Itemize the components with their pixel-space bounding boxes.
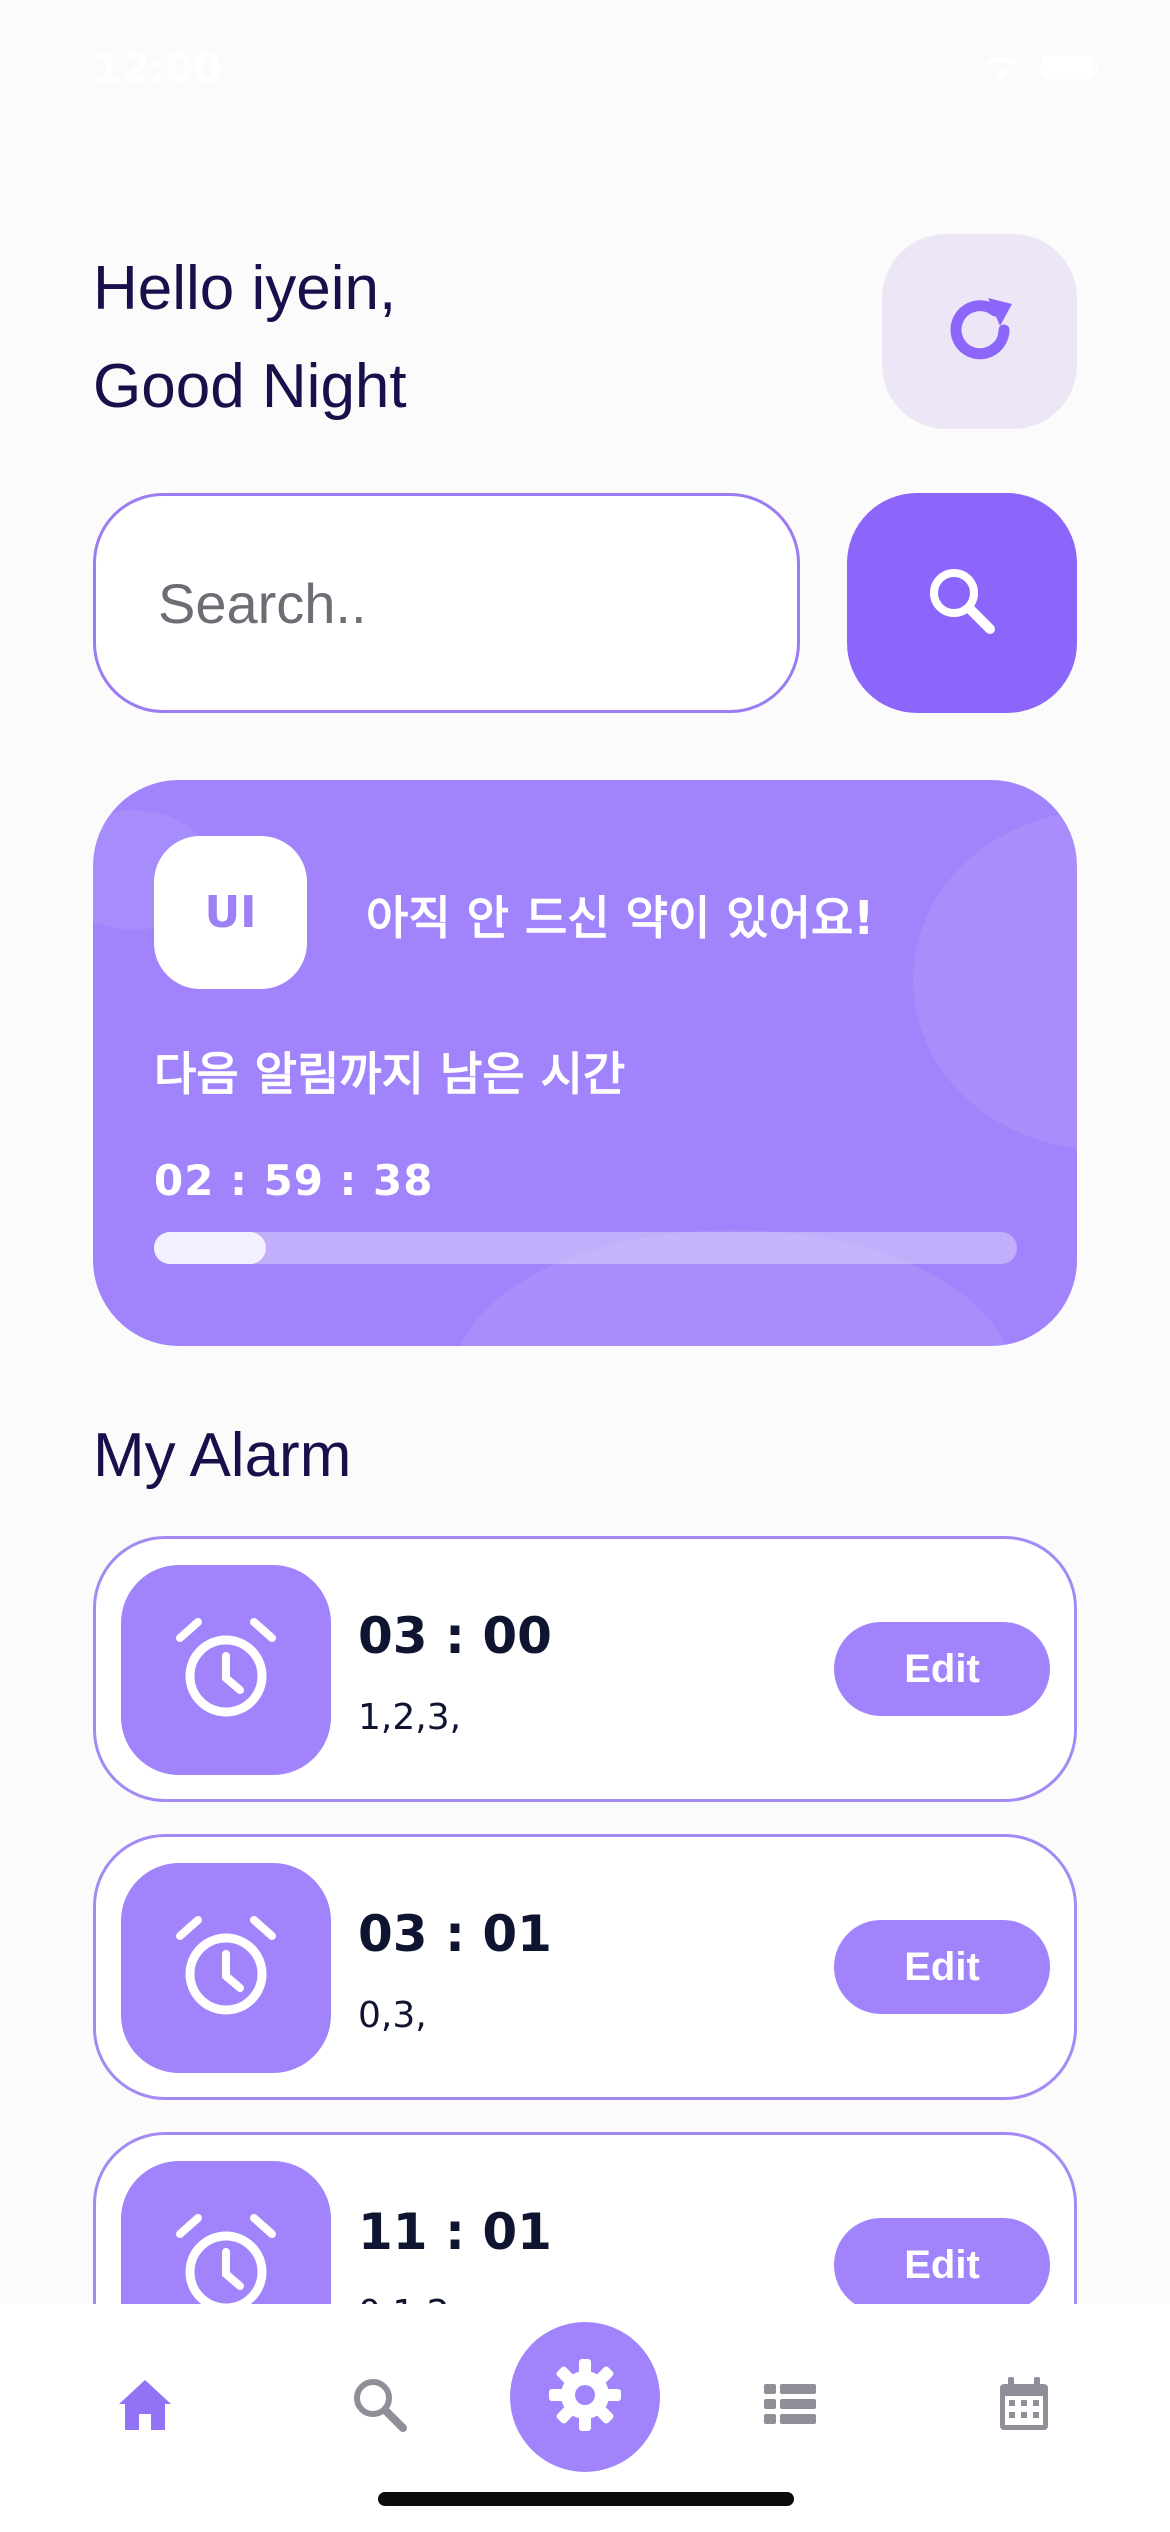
edit-button[interactable]: Edit — [834, 2218, 1050, 2304]
alarm-card[interactable]: 03 : 01 0,3, Edit — [93, 1834, 1077, 2100]
status-icons — [982, 52, 1100, 82]
alarm-time: 03 : 00 — [358, 1607, 552, 1665]
status-time: 12:00 — [94, 46, 222, 92]
screen: 12:00 Hello iyein, Good Night Search.. U… — [0, 0, 1170, 2532]
nav-home[interactable] — [105, 2366, 185, 2446]
reminder-subtitle: 다음 알림까지 남은 시간 — [154, 1047, 626, 1101]
wifi-icon — [982, 52, 1022, 82]
alarm-clock-icon — [121, 1565, 331, 1775]
nav-settings[interactable] — [510, 2322, 660, 2472]
alarm-time: 11 : 01 — [358, 2203, 552, 2261]
search-icon — [924, 563, 1000, 643]
nav-list[interactable] — [750, 2366, 830, 2446]
refresh-icon — [940, 290, 1020, 374]
decor-blob — [913, 810, 1077, 1150]
alarm-clock-icon — [121, 1863, 331, 2073]
alarm-list[interactable]: 03 : 00 1,2,3, Edit 03 : 01 0,3, Edit 11… — [93, 1536, 1077, 2304]
alarm-days: 0,3, — [358, 1995, 427, 2036]
countdown-progress-bar — [154, 1232, 1017, 1264]
list-icon — [760, 2374, 820, 2438]
greeting: Hello iyein, Good Night — [93, 240, 407, 436]
refresh-button[interactable] — [882, 234, 1077, 429]
section-title: My Alarm — [93, 1421, 352, 1490]
search-icon — [349, 2374, 409, 2438]
status-bar: 12:00 — [0, 0, 1170, 140]
edit-button[interactable]: Edit — [834, 1622, 1050, 1716]
calendar-icon — [994, 2374, 1054, 2438]
nav-calendar[interactable] — [984, 2366, 1064, 2446]
greeting-line-1: Hello iyein, — [93, 254, 397, 323]
countdown-progress-fill — [154, 1232, 267, 1264]
home-icon — [115, 2374, 175, 2438]
search-button[interactable] — [847, 493, 1077, 713]
nav-search[interactable] — [339, 2366, 419, 2446]
search-input[interactable] — [158, 570, 797, 636]
search-field[interactable] — [93, 493, 800, 713]
alarm-time: 03 : 01 — [358, 1905, 552, 1963]
alarm-card[interactable]: 03 : 00 1,2,3, Edit — [93, 1536, 1077, 1802]
gear-icon — [547, 2357, 623, 2437]
alarm-days: 1,2,3, — [358, 1697, 462, 1738]
battery-icon — [1040, 52, 1100, 82]
greeting-line-2: Good Night — [93, 352, 407, 421]
edit-button[interactable]: Edit — [834, 1920, 1050, 2014]
alarm-days: 0,1,2, — [358, 2293, 461, 2304]
home-indicator — [378, 2492, 794, 2506]
ui-badge: UI — [154, 836, 307, 989]
reminder-message: 아직 안 드신 약이 있어요! — [366, 891, 875, 945]
reminder-card[interactable]: UI 아직 안 드신 약이 있어요! 다음 알림까지 남은 시간 02 : 59… — [93, 780, 1077, 1346]
alarm-clock-icon — [121, 2161, 331, 2304]
countdown-timer: 02 : 59 : 38 — [154, 1156, 434, 1205]
alarm-card[interactable]: 11 : 01 0,1,2, Edit — [93, 2132, 1077, 2304]
